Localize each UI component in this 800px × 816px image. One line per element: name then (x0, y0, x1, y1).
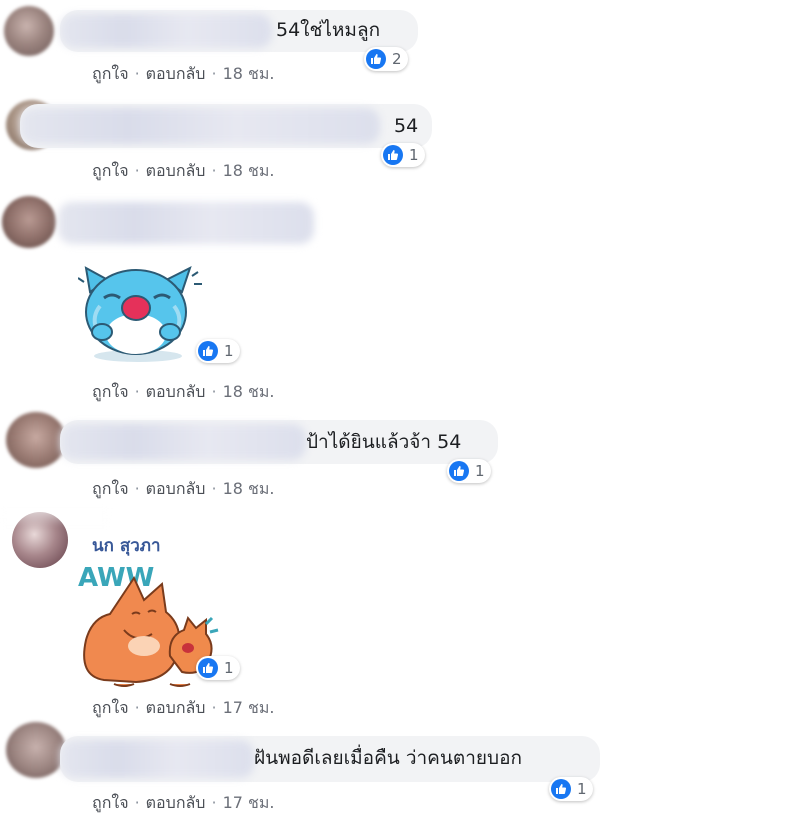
reaction-count[interactable]: 1 (381, 143, 425, 167)
commenter-avatar[interactable] (6, 722, 66, 778)
reply-link[interactable]: ตอบกลับ (146, 161, 206, 180)
comment-text: ฝันพอดีเลยเมื่อคืน ว่าคนตายบอก (254, 747, 522, 769)
thumbs-up-icon (383, 145, 403, 165)
like-link[interactable]: ถูกใจ (92, 479, 129, 498)
comment-actions: ถูกใจ · ตอบกลับ · 17 ชม. (92, 793, 275, 812)
timestamp[interactable]: 18 ชม. (223, 382, 275, 401)
like-link[interactable]: ถูกใจ (92, 161, 129, 180)
like-link[interactable]: ถูกใจ (92, 382, 129, 401)
reply-link[interactable]: ตอบกลับ (146, 793, 206, 812)
commenter-avatar[interactable] (4, 6, 54, 56)
reaction-number: 2 (392, 50, 402, 68)
thumbs-up-icon (198, 341, 218, 361)
comment-actions: ถูกใจ · ตอบกลับ · 18 ชม. (92, 479, 275, 498)
reply-link[interactable]: ตอบกลับ (146, 382, 206, 401)
timestamp[interactable]: 17 ชม. (223, 698, 275, 717)
timestamp[interactable]: 18 ชม. (223, 479, 275, 498)
author-name[interactable]: นก สุวภา (92, 532, 161, 559)
sticker-aww-text: AWW (78, 563, 154, 593)
redacted-name (58, 202, 314, 244)
redacted-name (60, 424, 306, 460)
redacted-name (60, 14, 272, 48)
reaction-number: 1 (409, 146, 419, 164)
comment-actions: ถูกใจ · ตอบกลับ · 18 ชม. (92, 382, 275, 401)
thumbs-up-icon (198, 658, 218, 678)
timestamp[interactable]: 18 ชม. (223, 161, 275, 180)
crying-cat-sticker[interactable] (78, 262, 208, 362)
commenter-avatar[interactable] (6, 412, 66, 468)
like-link[interactable]: ถูกใจ (92, 698, 129, 717)
thumbs-up-icon (551, 779, 571, 799)
redacted-name (60, 740, 254, 778)
reply-link[interactable]: ตอบกลับ (146, 479, 206, 498)
redacted-name (20, 108, 380, 144)
reaction-count[interactable]: 1 (196, 339, 240, 363)
comment-bubble: ป้าได้ยินแล้วจ้า 54 (60, 420, 498, 464)
comment-text: 54 (394, 115, 419, 137)
commenter-avatar[interactable] (2, 196, 56, 248)
reaction-number: 1 (224, 342, 234, 360)
comment-text: ป้าได้ยินแล้วจ้า 54 (306, 431, 462, 453)
reaction-count[interactable]: 1 (549, 777, 593, 801)
name-bubble (58, 200, 314, 246)
reaction-number: 1 (224, 659, 234, 677)
reaction-count[interactable]: 1 (447, 459, 491, 483)
comment-bubble: ฝันพอดีเลยเมื่อคืน ว่าคนตายบอก (60, 736, 600, 782)
comment-actions: ถูกใจ · ตอบกลับ · 18 ชม. (92, 161, 275, 180)
timestamp[interactable]: 18 ชม. (223, 64, 275, 83)
comment-bubble: 54 (20, 104, 432, 148)
reply-link[interactable]: ตอบกลับ (146, 64, 206, 83)
thumbs-up-icon (449, 461, 469, 481)
comment-actions: ถูกใจ · ตอบกลับ · 17 ชม. (92, 698, 275, 717)
reaction-count[interactable]: 1 (196, 656, 240, 680)
timestamp[interactable]: 17 ชม. (223, 793, 275, 812)
comment-text: 54ใช่ไหมลูก (276, 19, 381, 41)
reaction-number: 1 (577, 780, 587, 798)
reaction-number: 1 (475, 462, 485, 480)
reaction-count[interactable]: 2 (364, 47, 408, 71)
like-link[interactable]: ถูกใจ (92, 64, 129, 83)
thumbs-up-icon (366, 49, 386, 69)
like-link[interactable]: ถูกใจ (92, 793, 129, 812)
comment-bubble: 54ใช่ไหมลูก (60, 10, 418, 52)
reply-link[interactable]: ตอบกลับ (146, 698, 206, 717)
comment-actions: ถูกใจ · ตอบกลับ · 18 ชม. (92, 64, 275, 83)
